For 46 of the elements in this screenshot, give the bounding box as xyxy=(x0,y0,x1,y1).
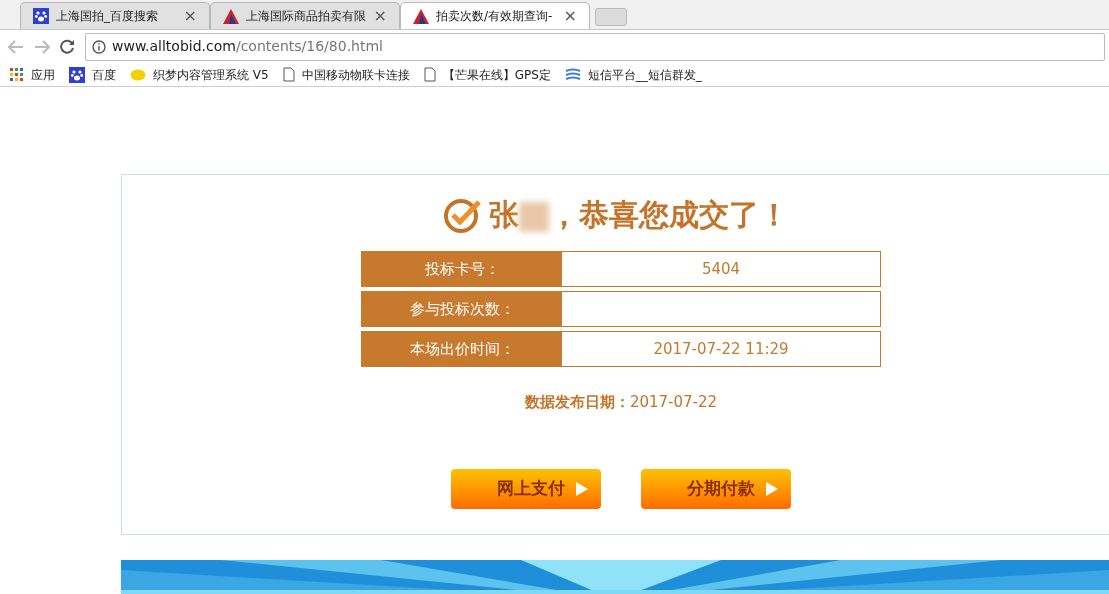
action-button[interactable]: 网上支付 xyxy=(451,468,601,509)
bookmark-label: 织梦内容管理系统 V5 xyxy=(153,66,269,84)
bookmark-label: 【芒果在线】GPS定 xyxy=(442,66,551,84)
browser-tab[interactable]: 上海国际商品拍卖有限 × xyxy=(210,2,400,29)
wave-logo-icon xyxy=(564,67,581,82)
bookmark-label: 中国移动物联卡连接 xyxy=(301,66,410,84)
paw-icon xyxy=(69,66,85,83)
close-icon[interactable]: × xyxy=(183,4,197,28)
info-icon[interactable] xyxy=(92,39,106,54)
close-icon[interactable]: × xyxy=(563,4,577,28)
lemon-icon xyxy=(130,68,146,81)
browser-tab[interactable]: 拍卖次数/有效期查询- × xyxy=(400,2,590,29)
forward-arrow-icon[interactable] xyxy=(34,39,50,54)
bookmark-item[interactable]: 织梦内容管理系统 V5 xyxy=(130,65,269,84)
tab-title: 拍卖次数/有效期查询- xyxy=(436,8,554,25)
publish-date: 数据发布日期：2017-07-22 xyxy=(524,392,718,413)
close-icon[interactable]: × xyxy=(373,4,387,28)
label-cell: 投标卡号： xyxy=(362,252,562,286)
back-arrow-icon[interactable] xyxy=(8,39,24,54)
bookmark-item[interactable]: 【芒果在线】GPS定 xyxy=(423,65,551,84)
new-tab-button[interactable] xyxy=(595,8,627,26)
label-cell: 参与投标次数： xyxy=(362,292,562,326)
apps-grid-icon xyxy=(10,67,24,82)
bookmark-item[interactable]: 应用 xyxy=(10,65,55,84)
tab-title: 上海国际商品拍卖有限 xyxy=(246,8,367,25)
url-text: www.alltobid.com/contents/16/80.html xyxy=(112,37,383,56)
label-cell: 本场出价时间： xyxy=(362,332,562,366)
triangle-logo-icon xyxy=(413,8,429,24)
bookmark-item[interactable]: 中国移动物联卡连接 xyxy=(282,65,410,84)
page-icon xyxy=(423,67,436,82)
bookmark-label: 应用 xyxy=(31,66,55,84)
triangle-logo-icon xyxy=(223,8,239,24)
tab-title: 上海国拍_百度搜索 xyxy=(56,8,159,25)
bookmark-item[interactable]: 百度 xyxy=(69,65,116,84)
page-icon xyxy=(282,67,295,82)
bookmark-item[interactable]: 短信平台__短信群发_ xyxy=(564,65,702,84)
reload-icon[interactable] xyxy=(60,39,75,54)
play-triangle-icon xyxy=(575,480,589,497)
congratulation-heading: 张 ，恭喜您成交了！ xyxy=(489,196,789,234)
action-button[interactable]: 分期付款 xyxy=(641,468,791,509)
address-field[interactable]: www.alltobid.com/contents/16/80.html xyxy=(85,32,1105,61)
bookmark-label: 短信平台__短信群发_ xyxy=(587,66,702,84)
paw-icon xyxy=(33,8,49,24)
browser-tab[interactable]: 上海国拍_百度搜索 × xyxy=(20,2,210,29)
bookmark-label: 百度 xyxy=(92,66,116,84)
play-triangle-icon xyxy=(765,480,779,497)
